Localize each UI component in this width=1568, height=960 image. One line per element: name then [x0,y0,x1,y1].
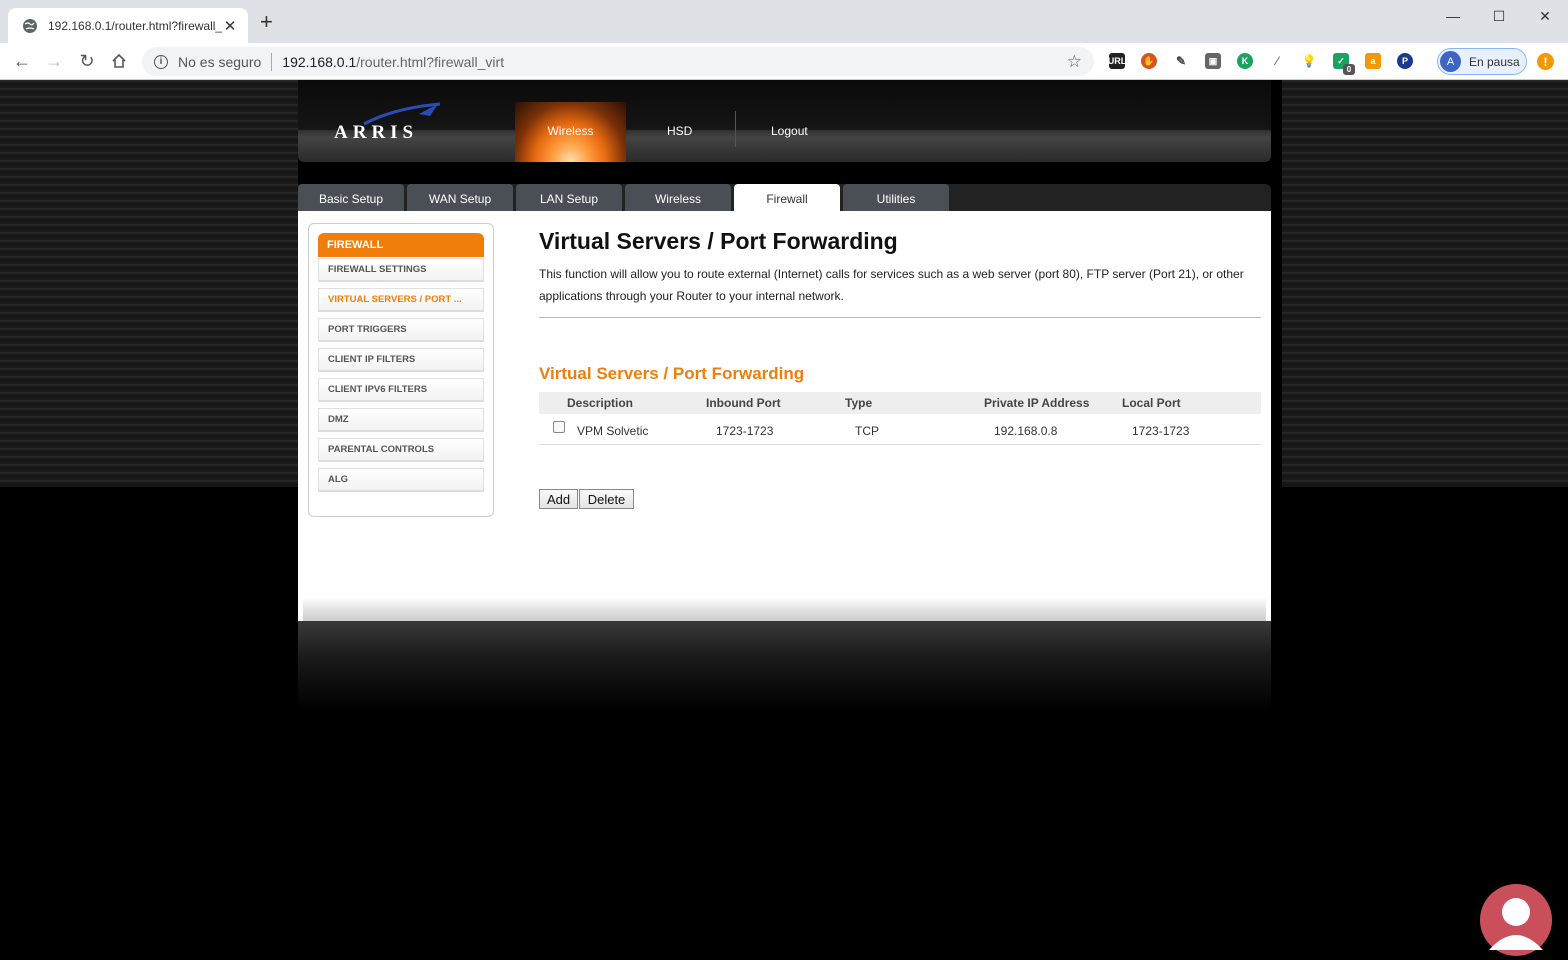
browser-menu-icon[interactable]: ! [1537,53,1554,70]
side-item-firewall-settings[interactable]: FIREWALL SETTINGS [318,258,484,282]
reload-icon[interactable]: ↻ [75,49,99,73]
topnav-wireless[interactable]: Wireless [515,102,626,162]
tab-wireless[interactable]: Wireless [625,184,731,211]
main-tabs: Basic Setup WAN Setup LAN Setup Wireless… [298,184,1271,211]
p-extension-icon[interactable]: P [1397,53,1413,69]
col-private-ip: Private IP Address [984,396,1090,410]
side-item-client-ip-filters[interactable]: CLIENT IP FILTERS [318,348,484,372]
browser-tab[interactable]: 192.168.0.1/router.html?firewall_virt ✕ [8,8,248,43]
router-header: ARRIS Wireless HSD Logout [298,80,1271,162]
close-tab-icon[interactable]: ✕ [222,17,238,35]
tab-lan-setup[interactable]: LAN Setup [516,184,622,211]
minimize-icon[interactable]: — [1430,0,1476,32]
content-reflection [298,621,1271,711]
address-bar[interactable]: i No es seguro 192.168.0.1/router.html?f… [142,47,1094,76]
side-menu-header: FIREWALL [318,233,484,257]
divider [539,317,1261,318]
profile-label: En pausa [1469,54,1520,69]
content-footer [303,597,1266,621]
page-title: Virtual Servers / Port Forwarding [539,228,898,254]
section-title: Virtual Servers / Port Forwarding [539,364,805,383]
col-local-port: Local Port [1122,396,1181,410]
browser-tab-strip: 192.168.0.1/router.html?firewall_virt ✕ … [0,0,1568,43]
avatar: A [1440,51,1461,72]
side-item-virtual-servers[interactable]: VIRTUAL SERVERS / PORT ... [318,288,484,312]
maximize-icon[interactable]: ☐ [1476,0,1522,32]
security-label: No es seguro [178,53,262,70]
bulb-extension-icon[interactable]: 💡 [1301,53,1317,69]
topnav-logout[interactable]: Logout [771,124,808,138]
tab-firewall[interactable]: Firewall [734,184,840,211]
forward-arrow-icon[interactable]: → [42,49,66,73]
bookmark-star-icon[interactable]: ☆ [1067,52,1082,72]
topnav-wireless-label: Wireless [547,124,594,138]
side-item-port-triggers[interactable]: PORT TRIGGERS [318,318,484,342]
bag-extension-icon[interactable]: a [1365,53,1381,69]
side-item-alg[interactable]: ALG [318,468,484,492]
content-panel: FIREWALL FIREWALL SETTINGS VIRTUAL SERVE… [298,211,1271,621]
tab-basic-setup[interactable]: Basic Setup [298,184,404,211]
add-button[interactable]: Add [539,489,578,509]
cell-description: VPM Solvetic [577,424,649,438]
layers-extension-icon[interactable]: ▣ [1205,53,1221,69]
back-arrow-icon[interactable]: ← [10,49,34,73]
browser-toolbar: ← → ↻ i No es seguro 192.168.0.1/router.… [0,43,1568,80]
col-description: Description [567,396,634,410]
row-checkbox[interactable] [553,421,565,433]
pen-extension-icon[interactable]: ✎ [1173,53,1189,69]
new-tab-button[interactable]: + [260,11,273,33]
profile-button[interactable]: A En pausa [1437,48,1527,75]
topnav-hsd[interactable]: HSD [667,124,692,138]
table-row: VPM Solvetic 1723-1723 TCP 192.168.0.8 1… [539,416,1261,445]
page-viewport: ARRIS Wireless HSD Logout Basic Setup WA… [0,80,1568,956]
watermark-logo [1480,884,1552,956]
cell-local-port: 1723-1723 [1132,424,1190,438]
hand-extension-icon[interactable]: ✋ [1141,53,1157,69]
globe-icon [23,18,37,33]
cell-private-ip: 192.168.0.8 [994,424,1058,438]
browser-tab-title: 192.168.0.1/router.html?firewall_virt [48,18,222,33]
cell-type: TCP [855,424,879,438]
url-host: 192.168.0.1 [282,53,357,70]
topnav-divider [735,111,736,147]
firewall-side-menu: FIREWALL FIREWALL SETTINGS VIRTUAL SERVE… [308,223,494,517]
divider [271,52,273,71]
background-stripes-left [0,80,298,487]
k-extension-icon[interactable]: K [1237,53,1253,69]
brand-name: ARRIS [334,122,419,143]
tab-wan-setup[interactable]: WAN Setup [407,184,513,211]
url-extension-icon[interactable]: URL [1108,53,1126,69]
tab-utilities[interactable]: Utilities [843,184,949,211]
delete-button[interactable]: Delete [579,489,634,509]
arris-logo[interactable]: ARRIS [334,102,444,144]
col-type: Type [845,396,873,410]
col-inbound-port: Inbound Port [706,396,781,410]
extension-badge: 0 [1343,64,1355,75]
side-item-client-ipv6-filters[interactable]: CLIENT IPV6 FILTERS [318,378,484,402]
url-path: /router.html?firewall_virt [356,53,505,70]
url-text[interactable]: 192.168.0.1/router.html?firewall_virt [282,54,1066,70]
info-icon[interactable]: i [154,54,168,69]
brush-extension-icon[interactable]: ⁄ [1269,53,1285,69]
table-header: Description Inbound Port Type Private IP… [539,392,1261,414]
background-stripes-right [1282,80,1568,487]
window-close-icon[interactable]: ✕ [1522,0,1568,32]
side-item-parental-controls[interactable]: PARENTAL CONTROLS [318,438,484,462]
side-item-dmz[interactable]: DMZ [318,408,484,432]
page-description: This function will allow you to route ex… [539,267,1244,303]
home-icon[interactable] [107,49,131,73]
cell-inbound-port: 1723-1723 [716,424,774,438]
